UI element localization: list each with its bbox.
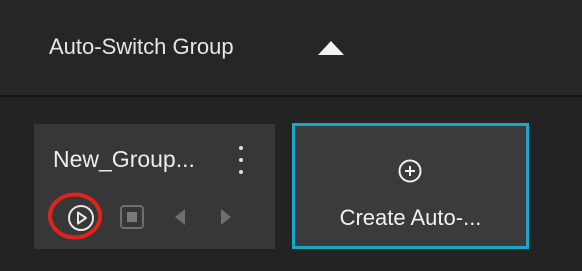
next-icon: [221, 209, 231, 225]
previous-icon: [175, 209, 185, 225]
stop-button[interactable]: [119, 204, 145, 230]
add-circle-icon: [398, 159, 422, 183]
previous-button[interactable]: [170, 205, 190, 229]
more-options-button[interactable]: [233, 143, 249, 177]
create-label: Create Auto-...: [339, 205, 482, 230]
group-name: New_Group...: [53, 146, 195, 172]
next-button[interactable]: [216, 205, 236, 229]
more-dot: [239, 170, 243, 174]
collapse-toggle-button[interactable]: [317, 38, 345, 58]
play-button[interactable]: [66, 203, 96, 233]
more-dot: [239, 146, 243, 150]
panel-title: Auto-Switch Group: [49, 34, 234, 59]
caret-up-icon: [318, 41, 344, 55]
create-auto-switch-group-button[interactable]: Create Auto-...: [292, 123, 529, 249]
more-dot: [239, 158, 243, 162]
stop-icon: [120, 205, 144, 229]
play-icon: [68, 205, 94, 231]
